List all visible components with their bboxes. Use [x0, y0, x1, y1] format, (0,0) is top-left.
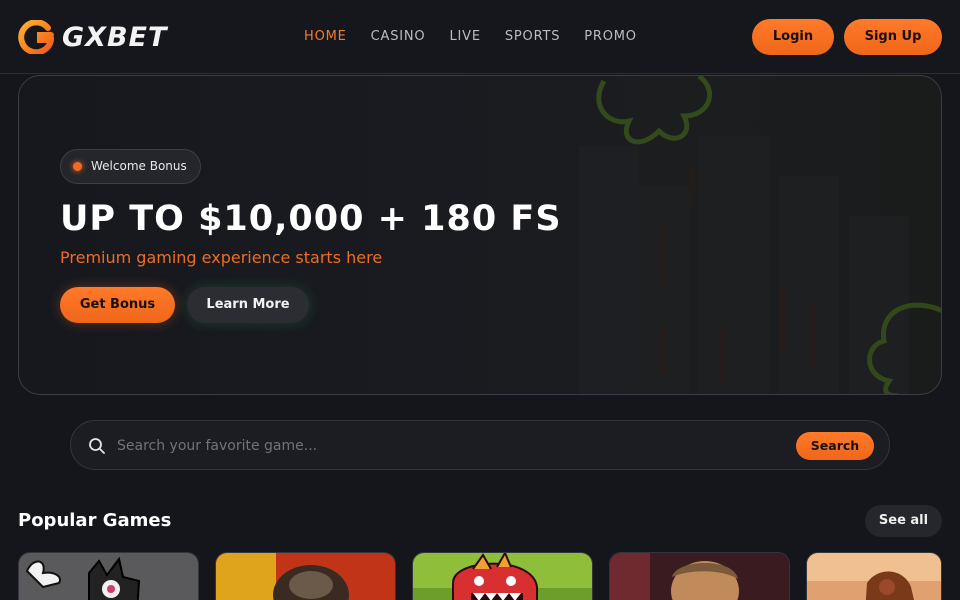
signup-button[interactable]: Sign Up [844, 19, 942, 55]
nav-item-live[interactable]: LIVE [449, 28, 480, 46]
hero-title: UP TO $10,000 + 180 FS [60, 199, 562, 239]
game-card-art [216, 553, 395, 600]
game-card-art [610, 553, 789, 600]
game-card[interactable] [609, 552, 790, 600]
game-card[interactable] [18, 552, 199, 600]
game-card-art [413, 553, 592, 600]
brand-logo[interactable]: GXBET [18, 20, 167, 54]
top-header: GXBET HOME CASINO LIVE SPORTS PROMO Logi… [0, 0, 960, 74]
nav-item-casino[interactable]: CASINO [371, 28, 426, 46]
game-search-bar: Search [70, 420, 890, 470]
game-card[interactable] [806, 552, 942, 600]
main-nav: HOME CASINO LIVE SPORTS PROMO [304, 28, 661, 46]
game-card[interactable] [215, 552, 396, 600]
see-all-button[interactable]: See all [865, 505, 942, 537]
brand-name: GXBET [62, 21, 168, 53]
badge-label: Welcome Bonus [91, 159, 187, 173]
login-button[interactable]: Login [752, 19, 834, 55]
status-dot-icon [73, 162, 82, 171]
get-bonus-button[interactable]: Get Bonus [60, 287, 175, 323]
learn-more-button[interactable]: Learn More [187, 287, 309, 323]
logo-mark-icon [18, 20, 54, 54]
search-button[interactable]: Search [796, 432, 874, 460]
welcome-bonus-badge: Welcome Bonus [60, 149, 201, 184]
nav-item-home[interactable]: HOME [304, 28, 347, 46]
search-input[interactable] [117, 433, 777, 459]
nav-item-sports[interactable]: SPORTS [505, 28, 560, 46]
game-card[interactable] [412, 552, 593, 600]
game-card-art [807, 553, 941, 600]
hero-banner: Welcome Bonus UP TO $10,000 + 180 FS Pre… [18, 75, 942, 395]
search-icon [89, 438, 105, 454]
hero-subtitle: Premium gaming experience starts here [60, 248, 383, 267]
popular-games-title: Popular Games [18, 510, 172, 531]
game-card-art [19, 553, 198, 600]
nav-item-promo[interactable]: PROMO [584, 28, 637, 46]
